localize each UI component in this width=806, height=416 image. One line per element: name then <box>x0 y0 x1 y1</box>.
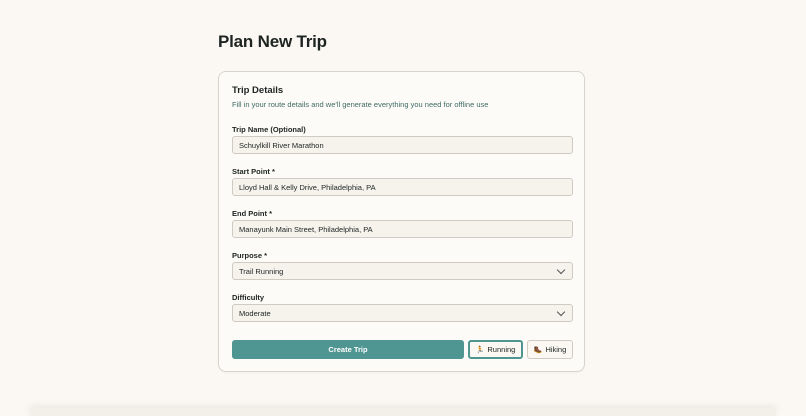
purpose-select[interactable]: Trail Running <box>232 262 573 280</box>
runner-icon: 🏃 <box>475 346 485 354</box>
bottom-panel-edge <box>30 408 776 416</box>
start-point-input[interactable] <box>232 178 573 196</box>
hiking-preset-label: Hiking <box>545 345 567 354</box>
page-title: Plan New Trip <box>218 32 327 51</box>
trip-details-card: Trip Details Fill in your route details … <box>218 71 585 372</box>
running-preset-button[interactable]: 🏃 Running <box>468 340 523 359</box>
create-trip-button[interactable]: Create Trip <box>232 340 464 359</box>
end-point-label: End Point * <box>232 209 272 218</box>
purpose-label: Purpose * <box>232 251 268 260</box>
running-preset-label: Running <box>487 345 516 354</box>
chevron-down-icon <box>556 307 566 316</box>
purpose-select-value: Trail Running <box>239 266 284 276</box>
hiking-boot-icon: 🥾 <box>533 346 543 354</box>
trip-name-label: Trip Name (Optional) <box>232 125 306 134</box>
difficulty-select-value: Moderate <box>239 308 271 318</box>
card-description: Fill in your route details and we'll gen… <box>232 100 489 109</box>
start-point-label: Start Point * <box>232 167 275 176</box>
hiking-preset-button[interactable]: 🥾 Hiking <box>527 340 573 359</box>
chevron-down-icon <box>556 265 566 274</box>
trip-name-input[interactable] <box>232 136 573 154</box>
difficulty-label: Difficulty <box>232 293 265 302</box>
card-title: Trip Details <box>232 85 284 96</box>
end-point-input[interactable] <box>232 220 573 238</box>
difficulty-select[interactable]: Moderate <box>232 304 573 322</box>
